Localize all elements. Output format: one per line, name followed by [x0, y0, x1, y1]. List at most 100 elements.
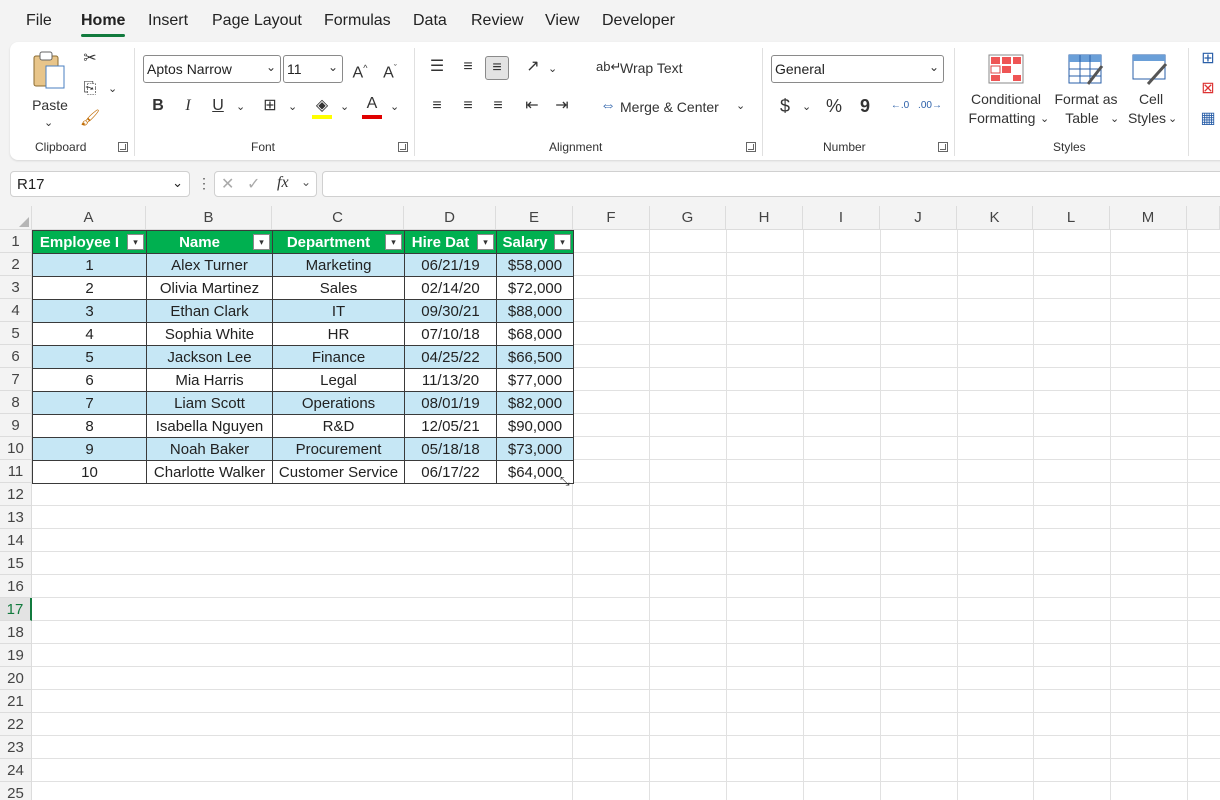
- table-cell[interactable]: 04/25/22: [404, 345, 497, 369]
- filter-dropdown-icon[interactable]: ▾: [477, 234, 494, 250]
- row-header[interactable]: 16: [0, 575, 32, 598]
- table-cell[interactable]: $90,000: [496, 414, 574, 438]
- more-options-icon[interactable]: ⋮: [197, 175, 211, 192]
- row-header[interactable]: 23: [0, 736, 32, 759]
- copy-dropdown-icon[interactable]: ⌄: [108, 82, 117, 95]
- filter-dropdown-icon[interactable]: ▾: [385, 234, 402, 250]
- fill-color-button[interactable]: ◈: [310, 95, 334, 121]
- column-header-j[interactable]: J: [880, 206, 957, 230]
- table-cell[interactable]: HR: [272, 322, 405, 346]
- copy-icon[interactable]: ⎘: [78, 78, 102, 102]
- tab-view[interactable]: View: [545, 12, 579, 30]
- table-resize-handle-icon[interactable]: ⤡: [560, 474, 570, 489]
- table-cell[interactable]: $68,000: [496, 322, 574, 346]
- column-header-i[interactable]: I: [803, 206, 880, 230]
- table-cell[interactable]: $58,000: [496, 253, 574, 277]
- enter-icon[interactable]: ✓: [247, 174, 260, 194]
- column-header-k[interactable]: K: [957, 206, 1033, 230]
- borders-icon[interactable]: ⊞: [258, 95, 282, 119]
- column-header-f[interactable]: F: [573, 206, 650, 230]
- table-cell[interactable]: $77,000: [496, 368, 574, 392]
- row-header[interactable]: 21: [0, 690, 32, 713]
- row-header[interactable]: 18: [0, 621, 32, 644]
- table-cell[interactable]: 8: [32, 414, 147, 438]
- cut-icon[interactable]: ✂: [78, 48, 102, 72]
- table-cell[interactable]: Liam Scott: [146, 391, 273, 415]
- tab-insert[interactable]: Insert: [148, 12, 188, 30]
- paste-button[interactable]: Paste ⌄: [30, 48, 70, 129]
- row-header[interactable]: 14: [0, 529, 32, 552]
- tab-data[interactable]: Data: [413, 12, 447, 30]
- row-header[interactable]: 5: [0, 322, 32, 345]
- row-header[interactable]: 19: [0, 644, 32, 667]
- underline-button[interactable]: U: [206, 95, 230, 119]
- column-header-m[interactable]: M: [1110, 206, 1187, 230]
- table-cell[interactable]: 06/17/22: [404, 460, 497, 484]
- row-header[interactable]: 4: [0, 299, 32, 322]
- conditional-formatting-button[interactable]: Conditional Formatting ⌄: [962, 50, 1050, 130]
- insert-function-button[interactable]: fx: [277, 174, 289, 192]
- format-painter-icon[interactable]: 🖌: [78, 108, 102, 132]
- merge-center-button[interactable]: ⇔ Merge & Center ⌄: [596, 95, 746, 119]
- table-cell[interactable]: 06/21/19: [404, 253, 497, 277]
- bold-button[interactable]: B: [146, 95, 170, 119]
- font-name-dropdown[interactable]: Aptos Narrow ⌄: [143, 55, 281, 83]
- row-header[interactable]: 9: [0, 414, 32, 437]
- top-align-icon[interactable]: ☰: [425, 56, 449, 80]
- row-header[interactable]: 25: [0, 782, 32, 800]
- table-cell[interactable]: 3: [32, 299, 147, 323]
- row-header[interactable]: 10: [0, 437, 32, 460]
- table-cell[interactable]: Olivia Martinez: [146, 276, 273, 300]
- table-cell[interactable]: Mia Harris: [146, 368, 273, 392]
- column-header-c[interactable]: C: [272, 206, 404, 230]
- row-header[interactable]: 1: [0, 230, 32, 253]
- row-header[interactable]: 13: [0, 506, 32, 529]
- orientation-dropdown-icon[interactable]: ⌄: [548, 62, 557, 75]
- row-header[interactable]: 2: [0, 253, 32, 276]
- row-header[interactable]: 7: [0, 368, 32, 391]
- table-cell[interactable]: 1: [32, 253, 147, 277]
- font-color-dropdown-icon[interactable]: ⌄: [390, 100, 399, 113]
- row-header[interactable]: 12: [0, 483, 32, 506]
- row-header[interactable]: 6: [0, 345, 32, 368]
- decrease-indent-icon[interactable]: ⇤: [520, 95, 544, 119]
- table-cell[interactable]: $73,000: [496, 437, 574, 461]
- row-header[interactable]: 17: [0, 598, 32, 621]
- table-cell[interactable]: Operations: [272, 391, 405, 415]
- table-cell[interactable]: 09/30/21: [404, 299, 497, 323]
- column-header-b[interactable]: B: [146, 206, 272, 230]
- table-cell[interactable]: 9: [32, 437, 147, 461]
- delete-cells-icon[interactable]: ⊠: [1196, 78, 1220, 102]
- format-as-table-button[interactable]: Format as Table ⌄: [1050, 50, 1122, 130]
- increase-font-size-icon[interactable]: A^: [348, 57, 372, 81]
- table-cell[interactable]: Marketing: [272, 253, 405, 277]
- middle-align-icon[interactable]: ≡: [456, 56, 480, 80]
- orientation-icon[interactable]: ↗: [521, 56, 545, 80]
- table-cell[interactable]: 2: [32, 276, 147, 300]
- column-header-a[interactable]: A: [32, 206, 146, 230]
- percent-button[interactable]: %: [822, 95, 846, 119]
- table-cell[interactable]: Legal: [272, 368, 405, 392]
- tab-home[interactable]: Home: [81, 12, 126, 37]
- table-cell[interactable]: Noah Baker: [146, 437, 273, 461]
- column-header-partial[interactable]: [1187, 206, 1220, 230]
- table-cell[interactable]: 4: [32, 322, 147, 346]
- column-header-l[interactable]: L: [1033, 206, 1110, 230]
- font-launcher-icon[interactable]: [398, 142, 408, 152]
- chevron-down-icon[interactable]: ⌄: [301, 175, 311, 189]
- decrease-font-size-icon[interactable]: Aˇ: [378, 57, 402, 81]
- format-cells-icon[interactable]: ▦: [1196, 108, 1220, 132]
- table-cell[interactable]: $72,000: [496, 276, 574, 300]
- filter-dropdown-icon[interactable]: ▾: [127, 234, 144, 250]
- table-cell[interactable]: 11/13/20: [404, 368, 497, 392]
- table-cell[interactable]: $66,500: [496, 345, 574, 369]
- italic-button[interactable]: I: [176, 95, 200, 119]
- table-cell[interactable]: 5: [32, 345, 147, 369]
- fill-color-dropdown-icon[interactable]: ⌄: [340, 100, 349, 113]
- table-cell[interactable]: 05/18/18: [404, 437, 497, 461]
- table-cell[interactable]: Isabella Nguyen: [146, 414, 273, 438]
- table-cell[interactable]: Jackson Lee: [146, 345, 273, 369]
- number-launcher-icon[interactable]: [938, 142, 948, 152]
- table-cell[interactable]: 08/01/19: [404, 391, 497, 415]
- column-header-e[interactable]: E: [496, 206, 573, 230]
